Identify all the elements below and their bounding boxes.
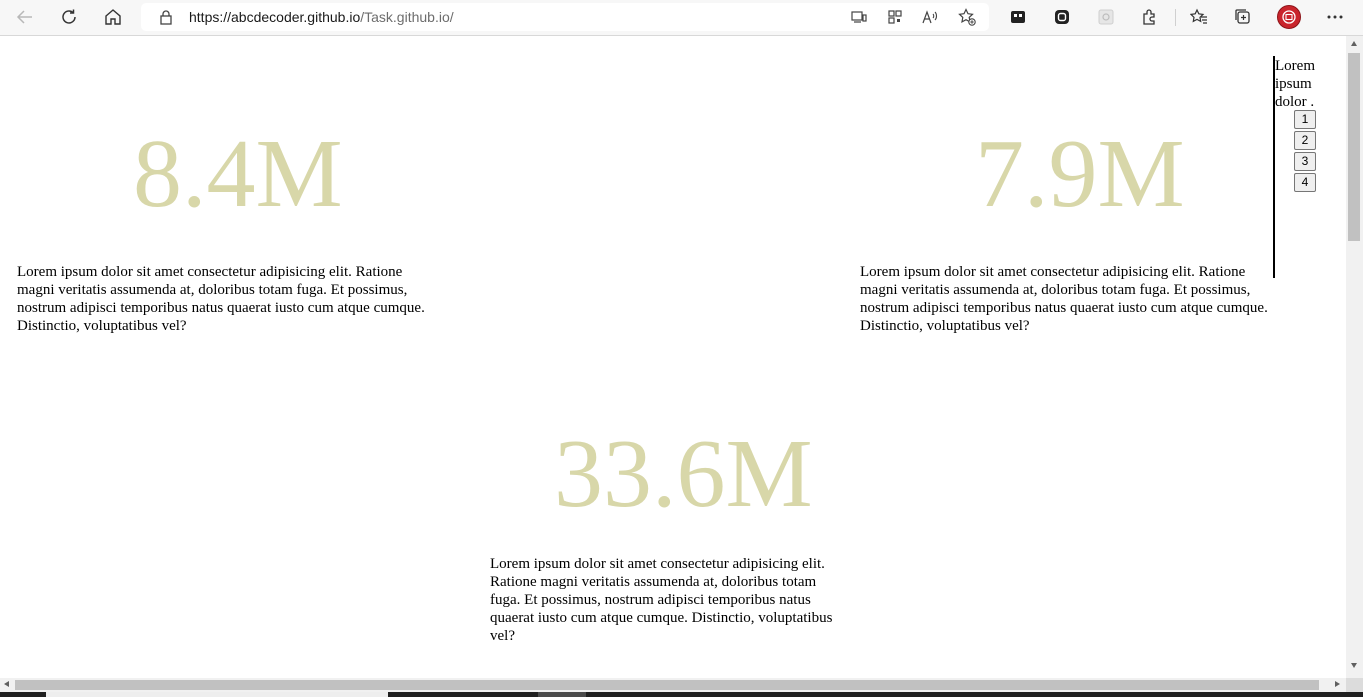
vertical-scroll-thumb[interactable] (1348, 53, 1360, 241)
page-button-2[interactable]: 2 (1294, 131, 1316, 150)
vertical-scrollbar[interactable] (1346, 36, 1363, 678)
stat-value-2: 7.9M (975, 120, 1185, 228)
address-bar[interactable]: https://abcdecoder.github.io/Task.github… (141, 3, 989, 31)
back-icon[interactable] (11, 4, 39, 30)
taskbar-strip (0, 692, 1363, 697)
page-button-1[interactable]: 1 (1294, 110, 1316, 129)
side-pagination-panel: Lorem ipsum dolor . 1 2 3 4 (1273, 56, 1335, 278)
url-text[interactable]: https://abcdecoder.github.io/Task.github… (189, 9, 454, 25)
puzzle-extensions-icon[interactable] (1136, 4, 1164, 30)
taskbar-segment (538, 692, 586, 697)
toolbar-divider (1175, 9, 1176, 26)
more-menu-icon[interactable] (1321, 4, 1349, 30)
horizontal-scrollbar[interactable] (0, 678, 1346, 692)
home-icon[interactable] (99, 4, 127, 30)
stat-value-1: 8.4M (133, 120, 343, 228)
scroll-down-arrow-icon[interactable] (1351, 663, 1357, 668)
horizontal-scroll-thumb[interactable] (15, 680, 1319, 690)
scroll-up-arrow-icon[interactable] (1351, 41, 1357, 46)
browser-toolbar: https://abcdecoder.github.io/Task.github… (0, 0, 1363, 36)
scrollbar-corner (1346, 678, 1363, 692)
page-button-4[interactable]: 4 (1294, 173, 1316, 192)
profile-icon[interactable] (1277, 5, 1301, 29)
read-aloud-icon[interactable] (921, 8, 941, 26)
tracking-icon[interactable] (1004, 4, 1032, 30)
favorites-icon[interactable] (1185, 4, 1213, 30)
qr-code-icon[interactable] (885, 8, 905, 26)
refresh-icon[interactable] (55, 4, 83, 30)
scroll-right-arrow-icon[interactable] (1335, 681, 1340, 687)
taskbar-segment (46, 692, 388, 697)
extension-icon[interactable] (1048, 4, 1076, 30)
stat-value-3: 33.6M (554, 420, 813, 528)
screenshot-icon[interactable] (1092, 4, 1120, 30)
url-path: /Task.github.io/ (360, 9, 454, 25)
stat-description-3: Lorem ipsum dolor sit amet consectetur a… (490, 556, 833, 644)
page-button-3[interactable]: 3 (1294, 152, 1316, 171)
stat-description-1: Lorem ipsum dolor sit amet consectetur a… (17, 264, 425, 334)
scroll-left-arrow-icon[interactable] (4, 681, 9, 687)
add-favorite-icon[interactable] (957, 8, 977, 26)
stat-description-2: Lorem ipsum dolor sit amet consectetur a… (860, 264, 1268, 334)
lock-icon[interactable] (159, 9, 173, 30)
page-viewport: 8.4M Lorem ipsum dolor sit amet consecte… (0, 36, 1346, 678)
collections-icon[interactable] (1229, 4, 1257, 30)
app-available-icon[interactable] (849, 8, 869, 26)
side-panel-text: Lorem ipsum dolor . (1275, 58, 1315, 110)
url-host: https://abcdecoder.github.io (189, 9, 361, 25)
